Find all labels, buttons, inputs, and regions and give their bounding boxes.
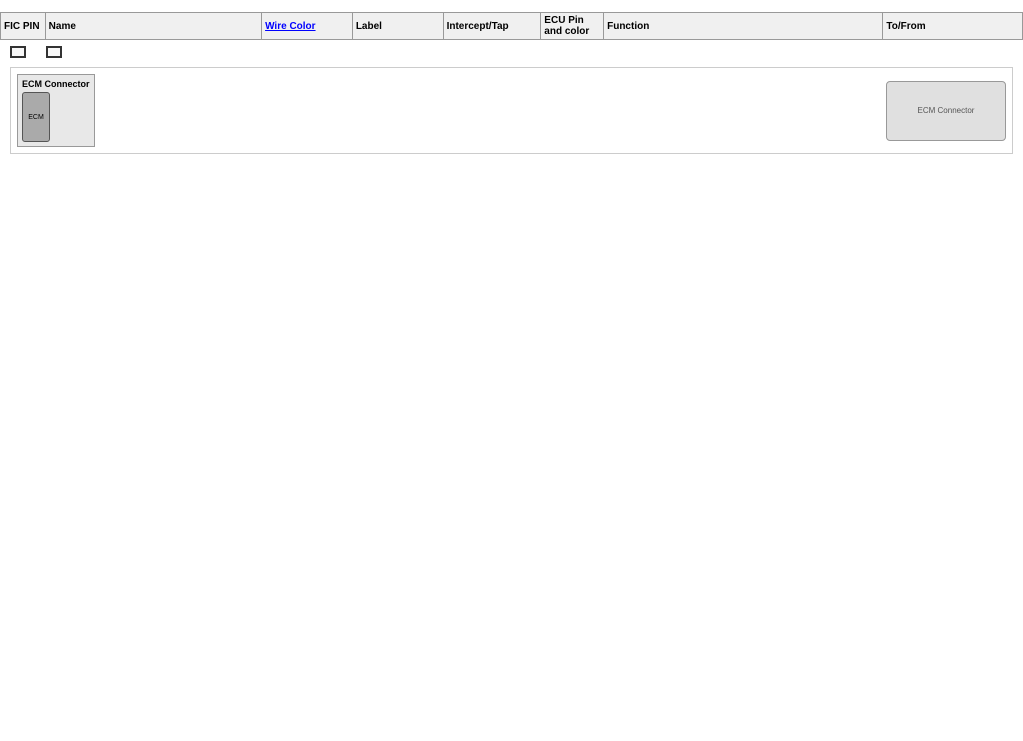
header-wire: Wire Color <box>262 13 353 40</box>
wiring-table: FIC PIN Name Wire Color Label Intercept/… <box>0 12 1023 40</box>
header-ecu: ECU Pin and color <box>541 13 604 40</box>
bottom-section <box>0 40 1023 67</box>
connector-b-block <box>10 46 26 61</box>
connector-b-grid <box>10 46 26 58</box>
page-title <box>0 0 1023 12</box>
ecm-section: ECM Connector ECM ECM Connector <box>10 67 1013 154</box>
header-function: Function <box>604 13 883 40</box>
header-ficpin: FIC PIN <box>1 13 46 40</box>
connector-a-block <box>46 46 62 61</box>
header-label: Label <box>352 13 443 40</box>
header-intercept: Intercept/Tap <box>443 13 541 40</box>
header-tofrom: To/From <box>883 13 1023 40</box>
ecm-connector-left: ECM Connector ECM <box>17 74 95 147</box>
header-name: Name <box>45 13 261 40</box>
connector-a-grid <box>46 46 62 58</box>
ecm-connector-right: ECM Connector <box>886 81 1006 141</box>
